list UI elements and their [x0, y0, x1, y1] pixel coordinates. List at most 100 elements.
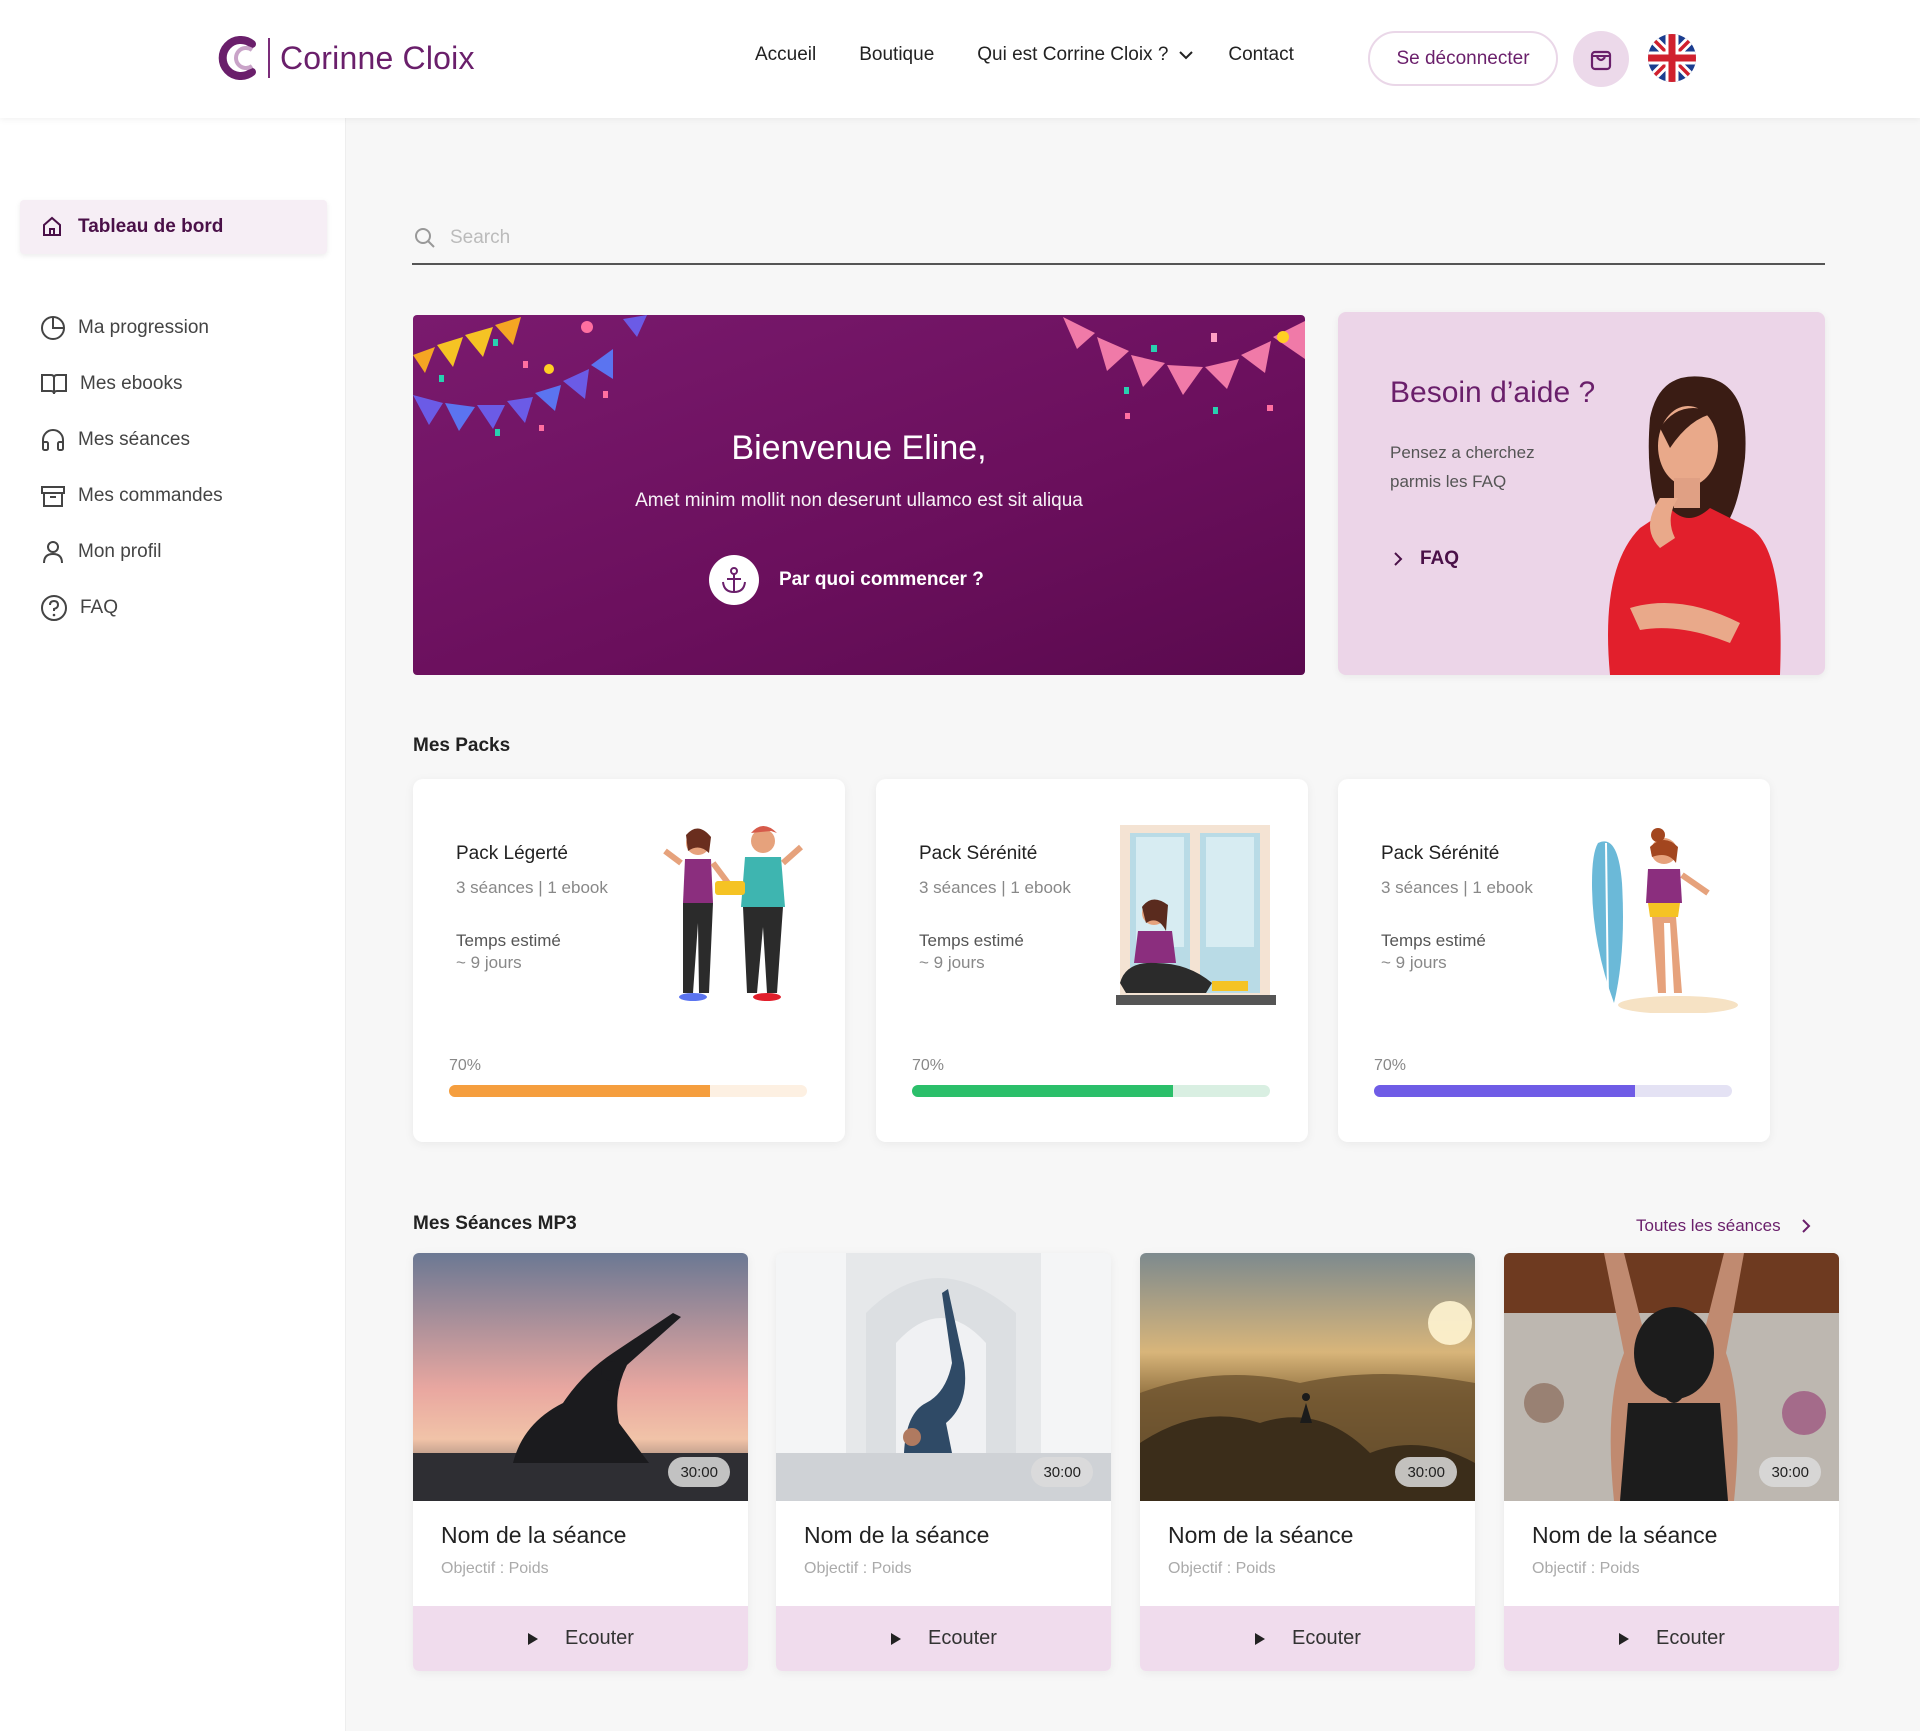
chevron-right-icon	[1801, 1219, 1811, 1233]
sidebar-item-label: FAQ	[80, 597, 119, 618]
sidebar-item-dashboard[interactable]: Tableau de bord	[20, 200, 327, 254]
pack-illustration-surf	[1592, 828, 1738, 1013]
sidebar-item-label: Mes commandes	[78, 485, 223, 506]
sidebar-item-label: Ma progression	[78, 317, 209, 338]
sidebar-item-profil[interactable]: Mon profil	[40, 524, 223, 580]
pack-title: Pack Sérénité	[1381, 843, 1500, 864]
pack-progress-fill	[1374, 1085, 1636, 1097]
nav-boutique[interactable]: Boutique	[859, 44, 934, 66]
listen-button[interactable]: Ecouter	[776, 1606, 1111, 1671]
nav-accueil[interactable]: Accueil	[755, 44, 816, 66]
session-card[interactable]: 30:00 Nom de la séance Objectif : Poids …	[413, 1253, 748, 1671]
logout-button[interactable]: Se déconnecter	[1368, 31, 1558, 86]
session-card[interactable]: 30:00 Nom de la séance Objectif : Poids …	[1504, 1253, 1839, 1671]
pack-time-value: ~ 9 jours	[456, 953, 522, 972]
anchor-icon	[722, 567, 746, 594]
session-duration: 30:00	[1395, 1457, 1457, 1487]
session-duration: 30:00	[1759, 1457, 1821, 1487]
pack-card[interactable]: Pack Sérénité 3 séances | 1 ebook Temps …	[876, 779, 1308, 1142]
pack-progress-fill	[912, 1085, 1174, 1097]
logo-c-icon	[218, 36, 256, 80]
play-icon	[528, 1632, 539, 1645]
pack-illustration-window	[1116, 825, 1276, 1005]
session-duration: 30:00	[668, 1457, 730, 1487]
pack-meta: 3 séances | 1 ebook	[456, 878, 608, 897]
session-objective: Objectif : Poids	[804, 1560, 912, 1577]
pie-chart-icon	[41, 316, 65, 340]
packs-section-title: Mes Packs	[413, 735, 511, 756]
pack-time-label: Temps estimé	[919, 931, 1024, 950]
pack-progress-bar	[1374, 1085, 1732, 1097]
session-objective: Objectif : Poids	[441, 1560, 549, 1577]
welcome-subtitle: Amet minim mollit non deserunt ullamco e…	[635, 490, 1083, 511]
pack-illustration-fitness	[663, 826, 803, 1001]
session-duration: 30:00	[1031, 1457, 1093, 1487]
nav-about-dropdown[interactable]: Qui est Corrine Cloix ?	[977, 44, 1194, 66]
sidebar-item-label: Mes ebooks	[80, 373, 183, 394]
pack-progress-fill	[449, 1085, 711, 1097]
session-title: Nom de la séance	[804, 1522, 990, 1548]
sidebar-item-seances[interactable]: Mes séances	[40, 412, 223, 468]
sessions-section-title: Mes Séances MP3	[413, 1213, 577, 1234]
listen-button[interactable]: Ecouter	[1504, 1606, 1839, 1671]
pack-card[interactable]: Pack Légerté 3 séances | 1 ebook Temps e…	[413, 779, 845, 1142]
welcome-banner: Bienvenue Eline, Amet minim mollit non d…	[413, 315, 1305, 675]
nav-contact[interactable]: Contact	[1228, 44, 1293, 66]
pack-progress-bar	[912, 1085, 1270, 1097]
logo[interactable]: Corinne Cloix	[218, 36, 475, 80]
pack-progress-bar	[449, 1085, 807, 1097]
top-header: Corinne Cloix Accueil Boutique Qui est C…	[0, 0, 1920, 118]
shopping-bag-icon	[1590, 50, 1612, 71]
sidebar-item-label: Mon profil	[78, 541, 162, 562]
help-title: Besoin d’aide ?	[1390, 376, 1596, 409]
sidebar-item-label: Mes séances	[78, 429, 190, 450]
pack-title: Pack Sérénité	[919, 843, 1038, 864]
uk-flag-icon[interactable]	[1648, 34, 1696, 82]
pack-time-label: Temps estimé	[1381, 931, 1486, 950]
session-title: Nom de la séance	[1532, 1522, 1718, 1548]
listen-button[interactable]: Ecouter	[1140, 1606, 1475, 1671]
sidebar-item-progression[interactable]: Ma progression	[40, 300, 223, 356]
coach-portrait-image	[1608, 376, 1781, 675]
sidebar-list: Ma progression Mes ebooks Mes séances Me…	[40, 300, 223, 636]
see-all-sessions-link[interactable]: Toutes les séances	[1636, 1216, 1811, 1236]
search-input[interactable]	[450, 226, 1750, 249]
pack-time-value: ~ 9 jours	[919, 953, 985, 972]
session-card[interactable]: 30:00 Nom de la séance Objectif : Poids …	[776, 1253, 1111, 1671]
cta-circle	[709, 555, 759, 605]
session-title: Nom de la séance	[441, 1522, 627, 1548]
headphones-icon	[42, 429, 64, 451]
nav-about-label: Qui est Corrine Cloix ?	[977, 44, 1169, 65]
welcome-title: Bienvenue Eline,	[731, 429, 987, 467]
chevron-right-icon	[1394, 552, 1403, 566]
pack-progress-label: 70%	[1374, 1057, 1407, 1074]
faq-link-label: FAQ	[1420, 548, 1460, 569]
pack-time-label: Temps estimé	[456, 931, 561, 950]
faq-link[interactable]: FAQ	[1392, 548, 1459, 570]
pack-card[interactable]: Pack Sérénité 3 séances | 1 ebook Temps …	[1338, 779, 1770, 1142]
pack-title: Pack Légerté	[456, 843, 568, 864]
sidebar-item-ebooks[interactable]: Mes ebooks	[40, 356, 223, 412]
sidebar-item-faq[interactable]: FAQ	[40, 580, 223, 636]
cart-button[interactable]	[1573, 31, 1629, 87]
home-icon	[43, 216, 61, 236]
pack-time-value: ~ 9 jours	[1381, 953, 1447, 972]
sidebar-item-commandes[interactable]: Mes commandes	[40, 468, 223, 524]
logo-separator	[268, 38, 270, 78]
listen-button-label: Ecouter	[565, 1627, 634, 1649]
sidebar: Tableau de bord Ma progression Mes ebook…	[0, 118, 346, 1731]
play-icon	[1619, 1632, 1630, 1645]
listen-button-label: Ecouter	[1292, 1627, 1361, 1649]
pack-progress-label: 70%	[912, 1057, 945, 1074]
search-bar	[412, 212, 1825, 265]
session-card[interactable]: 30:00 Nom de la séance Objectif : Poids …	[1140, 1253, 1475, 1671]
play-icon	[1255, 1632, 1266, 1645]
pack-meta: 3 séances | 1 ebook	[1381, 878, 1533, 897]
help-circle-icon	[41, 595, 67, 621]
listen-button[interactable]: Ecouter	[413, 1606, 748, 1671]
help-text: Pensez a cherchez parmis les FAQ	[1390, 443, 1535, 491]
logo-text: Corinne Cloix	[280, 39, 475, 76]
start-cta[interactable]: Par quoi commencer ?	[709, 555, 984, 605]
session-title: Nom de la séance	[1168, 1522, 1354, 1548]
session-objective: Objectif : Poids	[1532, 1560, 1640, 1577]
